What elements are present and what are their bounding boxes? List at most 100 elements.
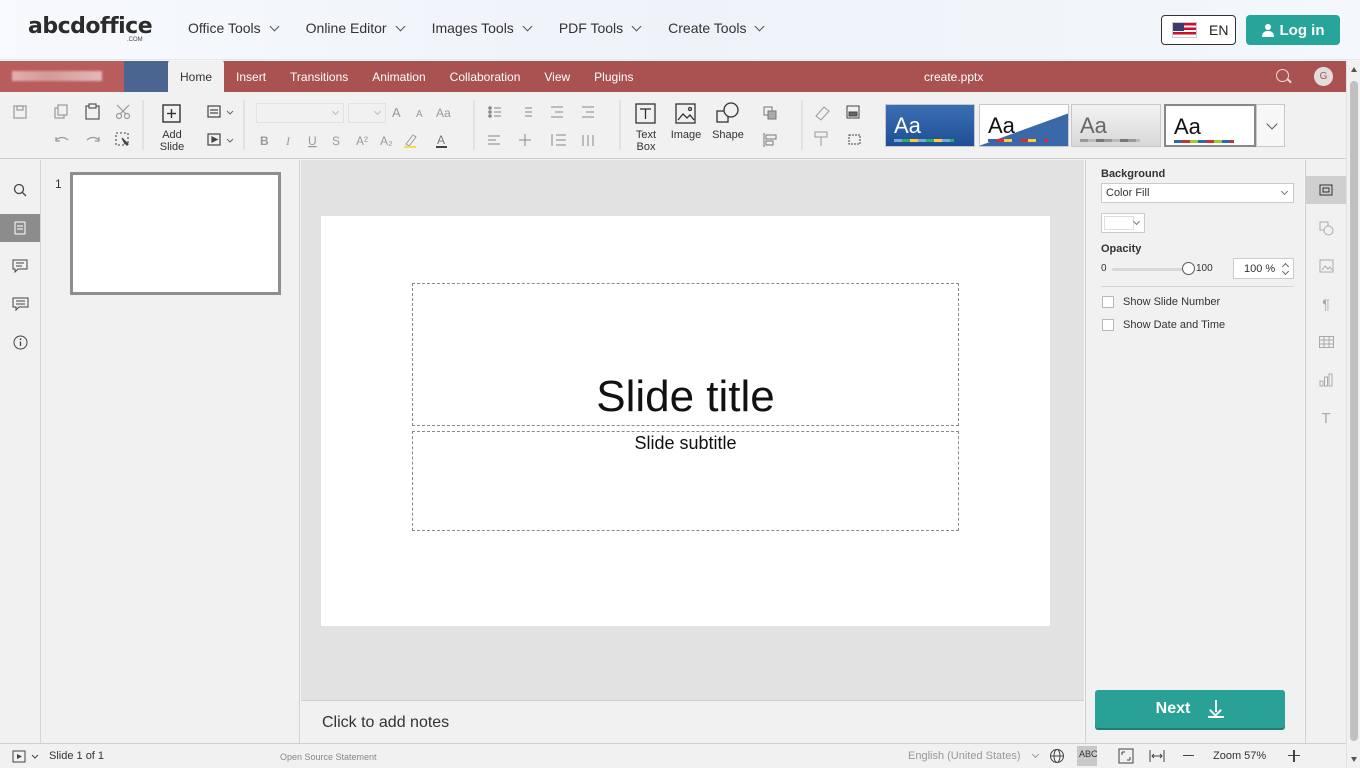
open-source-link[interactable]: Open Source Statement — [280, 752, 377, 762]
globe-icon[interactable] — [1049, 748, 1065, 764]
slide-fill-icon[interactable] — [846, 105, 860, 119]
text-box-button[interactable]: Text Box — [628, 129, 664, 153]
bold-icon[interactable]: B — [260, 134, 269, 148]
slide-subtitle[interactable]: Slide subtitle — [413, 433, 958, 454]
table-settings-tab[interactable] — [1306, 328, 1346, 356]
slide-settings-tab[interactable] — [1306, 176, 1346, 204]
font-size-select[interactable] — [348, 103, 386, 123]
tab-home[interactable]: Home — [168, 61, 225, 92]
tab-transitions[interactable]: Transitions — [278, 61, 360, 92]
tab-insert[interactable]: Insert — [224, 61, 278, 92]
nav-create-tools[interactable]: Create Tools — [668, 20, 765, 36]
scrollbar-thumb[interactable] — [1350, 81, 1358, 741]
underline-icon[interactable]: U — [308, 134, 317, 148]
spell-check-button[interactable]: ABC — [1077, 746, 1098, 766]
copy-style-icon[interactable] — [814, 131, 828, 146]
tab-view[interactable]: View — [532, 61, 582, 92]
fit-slide-icon[interactable] — [1118, 748, 1134, 764]
line-spacing-icon[interactable] — [551, 134, 566, 146]
decrease-indent-icon[interactable] — [551, 106, 563, 118]
nav-office-tools[interactable]: Office Tools — [188, 20, 280, 36]
nav-online-editor[interactable]: Online Editor — [306, 20, 406, 36]
rail-chat-button[interactable] — [0, 290, 40, 318]
numbering-icon[interactable] — [525, 107, 532, 117]
slide-thumbnail[interactable] — [70, 172, 281, 295]
rail-about-button[interactable] — [0, 328, 40, 356]
copy-icon[interactable] — [54, 104, 68, 119]
decrease-font-icon[interactable]: A — [416, 109, 423, 120]
image-settings-tab[interactable] — [1306, 252, 1346, 280]
theme-gray[interactable]: Aa — [1071, 104, 1161, 147]
superscript-icon[interactable]: A² — [356, 134, 368, 148]
paragraph-settings-tab[interactable]: ¶ — [1306, 290, 1346, 318]
image-icon[interactable] — [675, 103, 696, 124]
opacity-slider-handle[interactable] — [1182, 262, 1195, 275]
vertical-align-icon[interactable] — [519, 134, 531, 146]
theme-blue[interactable]: Aa — [885, 104, 975, 147]
font-family-select[interactable] — [256, 103, 344, 123]
undo-icon[interactable] — [55, 136, 69, 142]
arrange-icon[interactable] — [763, 106, 777, 120]
theme-gallery-expand-button[interactable] — [1256, 104, 1285, 147]
italic-icon[interactable]: I — [285, 134, 291, 148]
shape-button[interactable]: Shape — [708, 129, 748, 141]
eraser-icon[interactable] — [815, 106, 830, 121]
show-date-time-checkbox[interactable] — [1102, 319, 1114, 331]
image-button[interactable]: Image — [666, 129, 706, 141]
rail-comments-button[interactable] — [0, 252, 40, 280]
align-left-icon[interactable] — [488, 135, 500, 145]
show-date-time-label[interactable]: Show Date and Time — [1123, 319, 1225, 331]
show-slide-number-checkbox[interactable] — [1102, 296, 1114, 308]
notes-area[interactable]: Click to add notes — [301, 700, 1084, 743]
title-placeholder[interactable]: Slide title — [412, 283, 959, 426]
spin-down-icon[interactable] — [1281, 267, 1290, 276]
user-avatar[interactable]: G — [1314, 67, 1333, 86]
nav-images-tools[interactable]: Images Tools — [432, 20, 533, 36]
strikethrough-icon[interactable]: S — [332, 134, 340, 148]
add-slide-button[interactable]: Add Slide — [154, 129, 190, 153]
opacity-slider-track[interactable] — [1112, 268, 1189, 271]
opacity-input[interactable]: 100 % — [1233, 258, 1294, 279]
subtitle-placeholder[interactable]: Slide subtitle — [412, 431, 959, 531]
cut-icon[interactable] — [115, 104, 131, 120]
search-icon[interactable] — [1276, 69, 1289, 82]
zoom-out-icon[interactable] — [1183, 755, 1194, 757]
site-logo[interactable]: abcdoffice — [28, 14, 153, 39]
text-art-settings-tab[interactable]: T — [1306, 404, 1346, 432]
nav-pdf-tools[interactable]: PDF Tools — [559, 20, 642, 36]
theme-classic[interactable]: Aa — [979, 104, 1069, 147]
shape-settings-tab[interactable] — [1306, 214, 1346, 242]
increase-indent-icon[interactable] — [582, 106, 594, 118]
rail-search-button[interactable] — [0, 176, 40, 204]
increase-font-icon[interactable]: A — [392, 105, 401, 120]
tab-collaboration[interactable]: Collaboration — [438, 61, 533, 92]
subscript-icon[interactable]: A₂ — [380, 134, 393, 148]
login-button[interactable]: Log in — [1246, 15, 1340, 45]
show-slide-number-label[interactable]: Show Slide Number — [1123, 296, 1220, 308]
change-case-icon[interactable]: Aa — [436, 106, 451, 120]
columns-icon[interactable] — [582, 135, 594, 146]
text-box-icon[interactable] — [635, 103, 656, 124]
language-selector[interactable]: EN — [1161, 15, 1236, 45]
rail-slides-button[interactable] — [0, 214, 40, 242]
tab-plugins[interactable]: Plugins — [582, 61, 645, 92]
play-slideshow-icon[interactable] — [12, 750, 42, 764]
zoom-in-icon[interactable] — [1288, 750, 1300, 762]
layout-icon[interactable] — [207, 105, 221, 118]
background-color-picker[interactable] — [1101, 213, 1145, 233]
fit-width-icon[interactable] — [1149, 748, 1165, 764]
font-color-icon[interactable]: A — [436, 133, 447, 148]
bullets-icon[interactable] — [488, 106, 501, 118]
paste-icon[interactable] — [85, 103, 100, 120]
next-button[interactable]: Next — [1095, 690, 1285, 728]
slideshow-icon[interactable] — [207, 133, 221, 146]
tab-animation[interactable]: Animation — [360, 61, 437, 92]
align-shape-icon[interactable] — [763, 133, 777, 147]
highlight-icon[interactable] — [404, 134, 417, 148]
select-all-icon[interactable] — [115, 132, 130, 146]
slide-title[interactable]: Slide title — [413, 372, 958, 422]
fill-type-select[interactable]: Color Fill — [1101, 183, 1294, 203]
text-language[interactable]: English (United States) — [908, 750, 1021, 762]
add-slide-icon[interactable] — [162, 104, 181, 123]
scroll-down-icon[interactable] — [1351, 757, 1357, 762]
